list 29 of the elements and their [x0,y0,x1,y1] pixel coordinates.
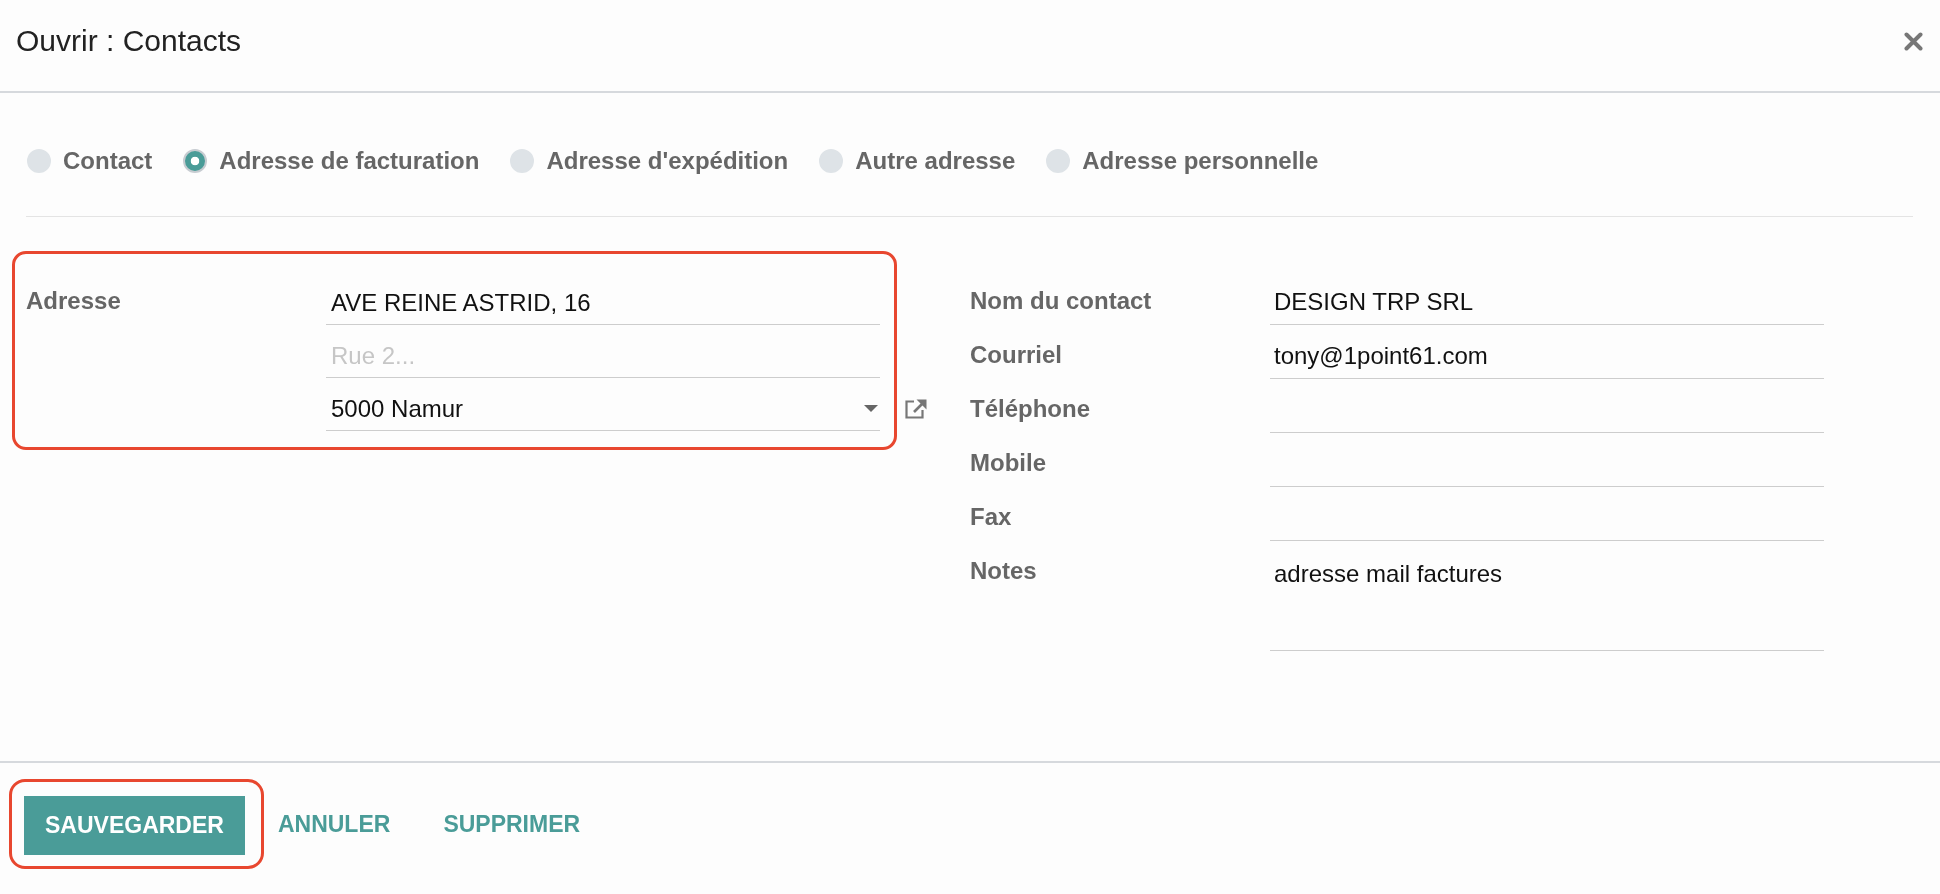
field-label: Fax [970,502,1013,532]
field-label: Notes [970,556,1038,586]
radio-icon[interactable] [1046,149,1071,173]
radio-option[interactable]: Contact [27,146,153,176]
radio-icon[interactable] [27,149,51,173]
text-field[interactable]: tony@1point61.com [1270,325,1824,379]
link-button[interactable]: ANNULER [263,794,405,854]
field-label: Nom du contact [970,286,1153,316]
radio-icon[interactable] [819,149,844,173]
close-icon[interactable] [1904,31,1923,51]
external-link-icon[interactable] [903,398,928,419]
radio-option[interactable]: Adresse d'expédition [510,146,789,176]
radio-option[interactable]: Adresse personnelle [1046,146,1319,176]
field-label: Mobile [970,448,1047,478]
link-button[interactable]: SUPPRIMER [429,794,595,854]
radio-option[interactable]: Autre adresse [819,146,1016,176]
text-field[interactable]: AVE REINE ASTRID, 16 [326,281,880,325]
text-field[interactable]: DESIGN TRP SRL [1270,271,1824,325]
primary-button[interactable]: SAUVEGARDER [24,796,245,855]
dropdown-field[interactable]: 5000 Namur [326,387,880,431]
field-label: Téléphone [970,394,1091,424]
field-label: Adresse [26,286,122,316]
dialog-title: Ouvrir : Contacts [16,23,242,59]
caret-icon[interactable] [864,405,878,412]
radio-icon[interactable] [183,149,208,173]
notes-field[interactable]: adresse mail factures [1270,541,1824,651]
radio-icon[interactable] [510,149,535,173]
field-label: Courriel [970,340,1063,370]
radio-option[interactable]: Adresse de facturation [183,146,480,176]
